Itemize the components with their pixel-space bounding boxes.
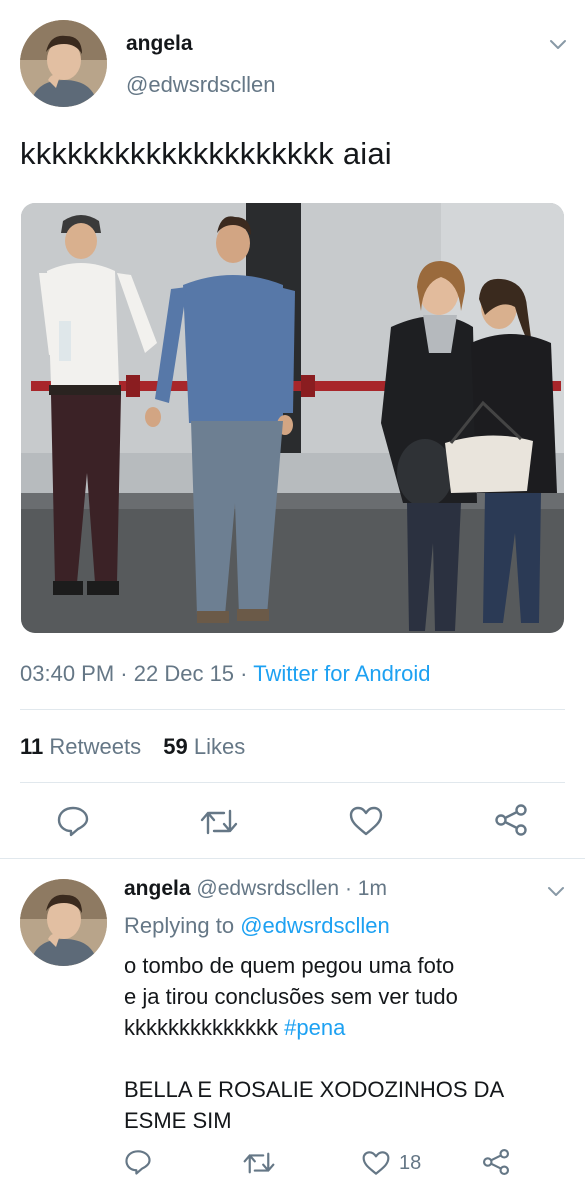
replying-to-label: Replying to — [124, 913, 235, 938]
reply-retweet-button[interactable] — [243, 1150, 275, 1176]
author-avatar[interactable] — [20, 20, 107, 107]
reply-header: angela @edwsrdscllen · 1m — [124, 877, 387, 901]
like-icon — [349, 806, 383, 836]
profile-photo — [20, 20, 107, 107]
retweets-stat[interactable]: 11 Retweets — [20, 734, 147, 759]
share-button[interactable] — [494, 803, 528, 837]
tweet-source-link[interactable]: Twitter for Android — [253, 661, 430, 686]
reply-share-button[interactable] — [482, 1148, 510, 1176]
tweet-menu-chevron-icon[interactable] — [548, 34, 568, 59]
retweets-count: 11 — [20, 734, 44, 759]
tweet-time: 03:40 PM — [20, 661, 115, 686]
retweet-icon — [200, 809, 238, 835]
like-button[interactable] — [349, 806, 383, 836]
profile-photo — [20, 879, 107, 966]
reply-text-line: e ja tirou conclusões sem ver tudo — [124, 984, 458, 1009]
reply-author-avatar[interactable] — [20, 879, 107, 966]
reply-laugh-text: kkkkkkkkkkkkkk — [124, 1015, 278, 1040]
likes-count: 59 — [163, 734, 188, 759]
share-icon — [482, 1148, 510, 1176]
reply-icon — [57, 806, 89, 837]
reply-icon — [125, 1150, 151, 1175]
reply-menu-chevron-icon[interactable] — [546, 881, 566, 906]
reply-reply-button[interactable] — [124, 1148, 152, 1176]
reply-like-button[interactable]: 18 — [362, 1150, 421, 1176]
photo-image — [21, 203, 564, 633]
share-icon — [495, 804, 527, 836]
retweets-label: Retweets — [49, 734, 142, 759]
divider — [0, 858, 585, 859]
author-handle[interactable]: @edwsrdscllen — [126, 72, 276, 98]
replying-to-handle[interactable]: @edwsrdscllen — [240, 913, 390, 938]
reply-author-handle[interactable]: @edwsrdscllen — [196, 877, 339, 900]
tweet-text: kkkkkkkkkkkkkkkkkkkk aiai — [20, 136, 392, 171]
tweet-photo[interactable] — [21, 203, 564, 633]
hashtag-link[interactable]: #pena — [284, 1015, 345, 1040]
tweet-meta: 03:40 PM · 22 Dec 15 · Twitter for Andro… — [20, 661, 431, 687]
author-name[interactable]: angela — [126, 32, 193, 56]
retweet-button[interactable] — [200, 807, 238, 837]
reply-button[interactable] — [56, 805, 90, 837]
divider — [20, 709, 565, 710]
replying-to: Replying to @edwsrdscllen — [124, 913, 390, 939]
tweet-date: 22 Dec 15 — [133, 661, 235, 686]
likes-stat[interactable]: 59 Likes — [163, 734, 245, 759]
reply-text: o tombo de quem pegou uma foto e ja tiro… — [124, 950, 504, 1136]
reply-text-line: ESME SIM — [124, 1108, 232, 1133]
reply-time: 1m — [357, 877, 387, 900]
reply-author-name[interactable]: angela — [124, 877, 191, 900]
reply-text-line: BELLA E ROSALIE XODOZINHOS DA — [124, 1077, 505, 1102]
tweet-stats: 11 Retweets 59 Likes — [20, 734, 245, 760]
retweet-icon — [243, 1152, 275, 1174]
likes-label: Likes — [193, 734, 246, 759]
divider — [20, 782, 565, 783]
reply-text-line: o tombo de quem pegou uma foto — [124, 953, 455, 978]
reply-text-line: kkkkkkkkkkkkkk #pena — [124, 1012, 504, 1043]
like-icon — [362, 1151, 390, 1175]
reply-like-count: 18 — [399, 1151, 422, 1174]
meta-separator: · — [120, 661, 128, 686]
reply-separator: · — [344, 877, 352, 900]
meta-separator: · — [240, 661, 248, 686]
